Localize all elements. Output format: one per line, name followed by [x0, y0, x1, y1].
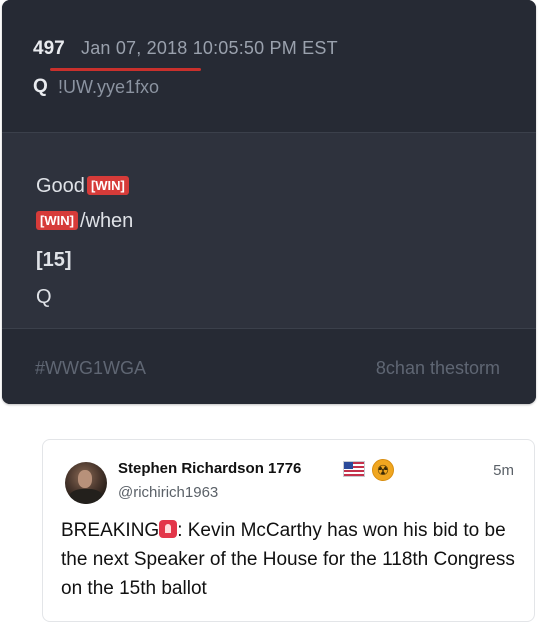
us-flag-icon — [343, 461, 365, 477]
tweet-text-lead: BREAKING — [61, 520, 160, 541]
win-tag: [WIN] — [36, 211, 78, 230]
post-footer: #WWG1WGA 8chan thestorm — [2, 328, 536, 404]
hashtag-link[interactable]: #WWG1WGA — [35, 358, 146, 379]
post-author: Q — [33, 76, 48, 97]
post-tripcode: !UW.yye1fxo — [58, 77, 160, 97]
post-number[interactable]: 497 — [33, 38, 65, 60]
q-post-card: 497 Jan 07, 2018 10:05:50 PM EST Q !UW.y… — [2, 0, 536, 404]
post-line-1: Good [WIN] — [36, 175, 131, 198]
siren-icon — [159, 520, 178, 538]
tweet-author-name[interactable]: Stephen Richardson 1776 — [118, 460, 301, 477]
post-line-2-text: /when — [79, 210, 134, 232]
post-line-2: [WIN]/when — [36, 210, 133, 233]
post-line-1-text: Good — [36, 175, 85, 197]
radioactive-icon: ☢ — [372, 459, 394, 481]
avatar[interactable] — [65, 462, 107, 504]
post-header: 497 Jan 07, 2018 10:05:50 PM EST Q !UW.y… — [2, 0, 536, 133]
tweet-text: BREAKING: Kevin McCarthy has won his bid… — [61, 516, 521, 603]
tweet-timestamp[interactable]: 5m — [493, 462, 514, 479]
win-tag: [WIN] — [86, 176, 129, 195]
post-date: Jan 07, 2018 10:05:50 PM EST — [81, 38, 338, 58]
board-label: 8chan thestorm — [375, 358, 500, 378]
tweet-handle[interactable]: @richirich1963 — [118, 484, 218, 501]
tweet-card[interactable]: Stephen Richardson 1776 ☢ @richirich1963… — [42, 439, 535, 622]
post-line-3: [15] — [36, 249, 72, 271]
post-line-4: Q — [36, 286, 52, 308]
date-underline-annotation — [50, 68, 201, 71]
